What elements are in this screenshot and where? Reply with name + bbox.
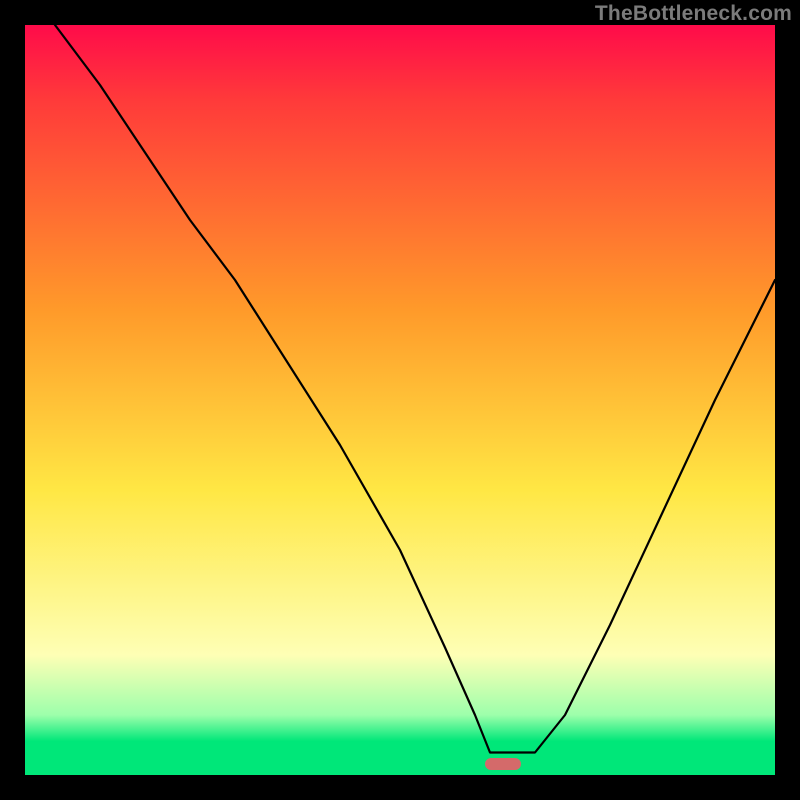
chart-frame: TheBottleneck.com	[0, 0, 800, 800]
plot-area	[25, 25, 775, 775]
watermark-label: TheBottleneck.com	[595, 2, 792, 26]
background-gradient	[25, 25, 775, 775]
